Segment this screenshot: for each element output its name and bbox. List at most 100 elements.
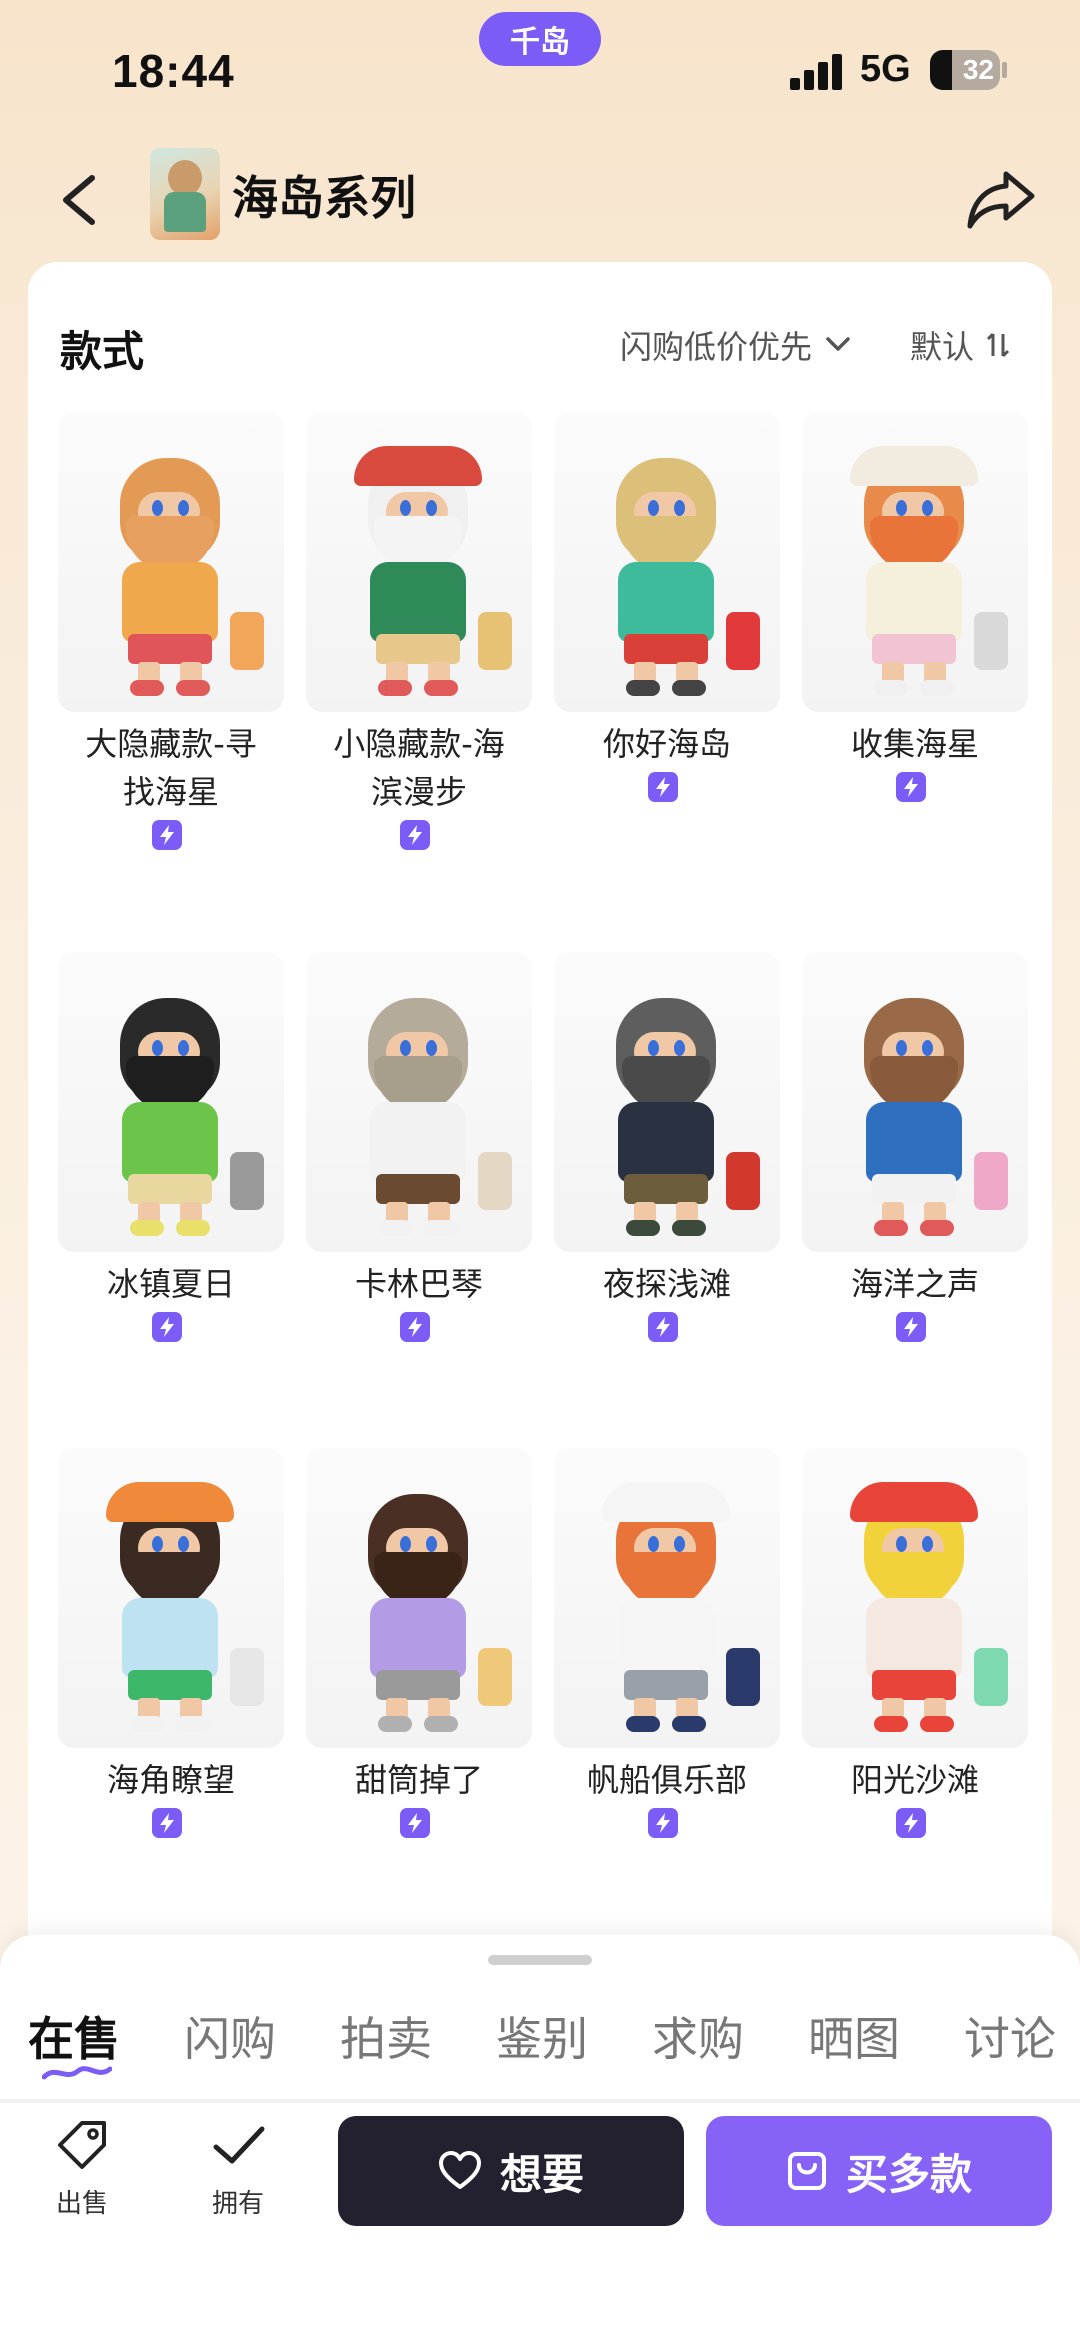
tab-5[interactable]: 晒图 xyxy=(808,2003,900,2083)
share-button[interactable] xyxy=(962,160,1040,238)
product-card[interactable]: 甜筒掉了 xyxy=(306,1448,532,1848)
tab-6[interactable]: 讨论 xyxy=(964,2003,1056,2083)
tab-3[interactable]: 鉴别 xyxy=(496,2003,588,2083)
tab-1[interactable]: 闪购 xyxy=(184,2003,276,2083)
sell-label: 出售 xyxy=(55,2189,108,2219)
tab-0[interactable]: 在售 xyxy=(28,2003,120,2083)
product-card[interactable]: 卡林巴琴 xyxy=(306,952,532,1352)
product-image xyxy=(306,1448,532,1748)
header: 海岛系列 xyxy=(0,140,1080,260)
product-image xyxy=(306,952,532,1252)
price-row xyxy=(802,1808,1028,1838)
want-button[interactable]: 想要 xyxy=(338,2116,684,2226)
flash-sale-icon xyxy=(896,1808,926,1838)
flash-sale-icon xyxy=(152,820,182,850)
price-row xyxy=(306,820,532,850)
price-row xyxy=(306,1808,532,1838)
heart-icon xyxy=(438,2151,481,2189)
divider xyxy=(0,2099,1080,2103)
series-thumbnail xyxy=(150,148,220,240)
product-name: 收集海星 xyxy=(850,725,979,763)
own-label: 拥有 xyxy=(211,2189,264,2219)
chevron-down-icon xyxy=(826,337,850,351)
price-row xyxy=(306,1312,532,1342)
sort-default-label: 默认 xyxy=(910,328,975,366)
figure-illustration xyxy=(306,1448,532,1748)
flash-sale-icon xyxy=(400,1312,430,1342)
product-card[interactable]: 冰镇夏日 xyxy=(58,952,284,1352)
buy-multiple-button[interactable]: 买多款 xyxy=(706,2116,1052,2226)
sort-default-toggle[interactable]: 默认 xyxy=(910,322,1010,368)
price-row xyxy=(58,1312,284,1342)
product-image xyxy=(554,412,780,712)
battery-icon: 32 xyxy=(930,50,1000,90)
product-card[interactable]: 帆船俱乐部 xyxy=(554,1448,780,1848)
tab-4[interactable]: 求购 xyxy=(652,2003,744,2083)
sell-button[interactable]: 出售 xyxy=(32,2115,132,2225)
tab-2[interactable]: 拍卖 xyxy=(340,2003,432,2083)
product-name: 大隐藏款-寻找海星 xyxy=(85,725,257,811)
figure-illustration xyxy=(802,952,1028,1252)
figure-illustration xyxy=(58,1448,284,1748)
product-card[interactable]: 阳光沙滩 xyxy=(802,1448,1028,1848)
page-title: 海岛系列 xyxy=(232,171,416,225)
price-row xyxy=(802,772,1028,802)
product-image xyxy=(58,952,284,1252)
flash-sale-icon xyxy=(896,772,926,802)
price-row xyxy=(58,1808,284,1838)
product-name: 小隐藏款-海滨漫步 xyxy=(333,725,505,811)
product-image xyxy=(58,412,284,712)
product-image xyxy=(554,1448,780,1748)
flash-sale-icon xyxy=(648,1312,678,1342)
sort-order-icon xyxy=(986,332,1010,358)
figure-illustration xyxy=(306,412,532,712)
product-name: 海洋之声 xyxy=(850,1265,979,1303)
buy-label: 买多款 xyxy=(845,2149,972,2199)
share-arrow-icon xyxy=(967,171,1035,229)
product-name: 海角瞭望 xyxy=(106,1761,235,1799)
product-name: 帆船俱乐部 xyxy=(586,1761,747,1799)
flash-sale-icon xyxy=(648,772,678,802)
figure-illustration xyxy=(58,952,284,1252)
sort-dropdown[interactable]: 闪购低价优先 xyxy=(620,322,852,368)
tag-icon xyxy=(58,2121,106,2169)
battery-fill xyxy=(930,50,953,90)
figure-illustration xyxy=(802,412,1028,712)
own-button[interactable]: 拥有 xyxy=(188,2115,288,2225)
status-bar: 18:44 千岛 5G 32 xyxy=(0,0,1080,140)
product-card[interactable]: 小隐藏款-海滨漫步 xyxy=(306,412,532,860)
figure-illustration xyxy=(554,952,780,1252)
network-type: 5G xyxy=(860,48,911,90)
product-name: 你好海岛 xyxy=(602,725,731,763)
price-row xyxy=(802,1312,1028,1342)
flash-sale-icon xyxy=(400,820,430,850)
product-image xyxy=(802,412,1028,712)
sort-label: 闪购低价优先 xyxy=(620,328,813,366)
product-card[interactable]: 夜探浅滩 xyxy=(554,952,780,1352)
back-button[interactable] xyxy=(52,160,112,240)
product-name: 甜筒掉了 xyxy=(354,1761,483,1799)
product-card[interactable]: 你好海岛 xyxy=(554,412,780,812)
clock: 18:44 xyxy=(112,45,235,97)
figure-illustration xyxy=(306,952,532,1252)
flash-sale-icon xyxy=(400,1808,430,1838)
section-title: 款式 xyxy=(60,327,145,376)
signal-icon xyxy=(790,54,844,90)
product-image xyxy=(802,952,1028,1252)
product-card[interactable]: 海洋之声 xyxy=(802,952,1028,1352)
flash-sale-icon xyxy=(152,1808,182,1838)
sheet-handle[interactable] xyxy=(488,1955,592,1965)
tab-bar: 在售 闪购 拍卖 鉴别 求购 晒图 讨论 xyxy=(28,2003,1080,2083)
flash-sale-icon xyxy=(648,1808,678,1838)
price-row xyxy=(554,772,780,802)
product-card[interactable]: 收集海星 xyxy=(802,412,1028,812)
product-name: 冰镇夏日 xyxy=(106,1265,235,1303)
figure-illustration xyxy=(554,412,780,712)
figure-illustration xyxy=(58,412,284,712)
figure-illustration xyxy=(554,1448,780,1748)
battery-level: 32 xyxy=(962,54,994,85)
product-card[interactable]: 大隐藏款-寻找海星 xyxy=(58,412,284,860)
price-row xyxy=(58,820,284,850)
product-name: 卡林巴琴 xyxy=(354,1265,483,1303)
product-card[interactable]: 海角瞭望 xyxy=(58,1448,284,1848)
